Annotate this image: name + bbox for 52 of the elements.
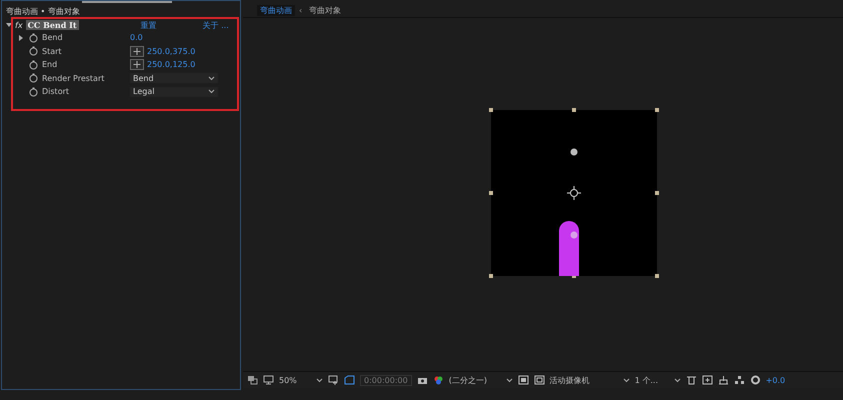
- dropdown[interactable]: Bend: [130, 73, 218, 84]
- param-label: End: [42, 60, 58, 70]
- param-label: Render Prestart: [42, 74, 104, 83]
- stopwatch-icon[interactable]: [29, 60, 38, 70]
- caret-icon: [674, 378, 681, 382]
- timecode-field[interactable]: 0:00:00:00: [360, 374, 412, 386]
- crosshair-button[interactable]: [130, 59, 144, 70]
- caret-icon: [622, 378, 630, 382]
- views-dropdown[interactable]: 1 个...: [634, 374, 681, 386]
- breadcrumb: 弯曲动画 • 弯曲对象: [5, 6, 81, 18]
- resolution-dropdown[interactable]: (二分之一): [448, 374, 513, 386]
- effect-name: CC Bend It: [26, 20, 79, 30]
- camera-dropdown[interactable]: 活动摄像机: [550, 374, 630, 386]
- color-channels-icon[interactable]: [432, 375, 444, 385]
- export-frame-icon[interactable]: [718, 375, 729, 385]
- flowchart-icon[interactable]: [734, 375, 745, 385]
- caret-icon: [506, 378, 513, 382]
- breadcrumb-separator-icon: ‹: [299, 6, 302, 15]
- monitor-icon[interactable]: [263, 375, 274, 385]
- param-value[interactable]: 0.0: [130, 33, 143, 42]
- caret-icon: [208, 76, 215, 81]
- layers-icon[interactable]: [247, 375, 258, 385]
- param-value[interactable]: 250.0,375.0: [147, 46, 196, 56]
- param-value[interactable]: 250.0,125.0: [147, 60, 196, 70]
- fx-icon[interactable]: fx: [15, 20, 23, 30]
- crosshair-button[interactable]: [130, 46, 144, 57]
- camera-icon[interactable]: [416, 375, 428, 385]
- caret-icon: [316, 378, 323, 382]
- transparency-grid-icon[interactable]: [534, 375, 545, 385]
- settings-icon[interactable]: [750, 375, 761, 385]
- caret-icon: [208, 89, 215, 94]
- layout-icon[interactable]: [686, 375, 697, 385]
- param-label: Start: [42, 46, 62, 56]
- viewer-tab[interactable]: 弯曲动画: [257, 5, 295, 16]
- region-icon[interactable]: [518, 375, 529, 385]
- dropdown[interactable]: Legal: [130, 86, 218, 97]
- safe-zones-icon[interactable]: [328, 375, 339, 385]
- stopwatch-icon[interactable]: [29, 86, 38, 97]
- about-link[interactable]: 关于 ...: [202, 20, 229, 30]
- stopwatch-icon[interactable]: [29, 73, 38, 84]
- reset-link[interactable]: 重置: [140, 20, 157, 30]
- param-label: Distort: [42, 87, 70, 96]
- expand-arrow-icon[interactable]: [18, 34, 24, 41]
- stopwatch-icon[interactable]: [29, 32, 38, 43]
- param-label: Bend: [42, 33, 63, 42]
- zoom-dropdown[interactable]: 50%: [279, 376, 323, 384]
- preview-icon[interactable]: [702, 375, 713, 385]
- expand-arrow-icon[interactable]: [6, 22, 12, 28]
- stopwatch-icon[interactable]: [29, 46, 38, 56]
- exposure-value[interactable]: +0.0: [766, 376, 786, 384]
- viewer-tab[interactable]: 弯曲对象: [306, 5, 344, 16]
- mask-icon[interactable]: [344, 375, 355, 385]
